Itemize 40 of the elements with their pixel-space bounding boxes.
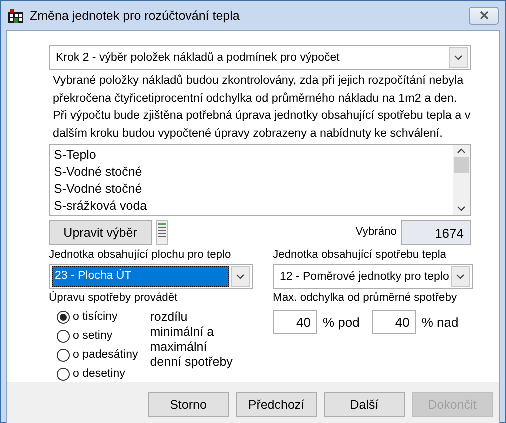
dropdown-caret-icon[interactable] [451,266,470,287]
adjustment-label: Úpravu spotřeby provádět [49,290,179,306]
adjustment-note: rozdílu minimální a maximální denní spotřeby [150,310,234,371]
list-item[interactable]: S-Vodné stočné [54,181,449,198]
area-unit-dropdown[interactable]: 23 - Plocha ÚT [49,264,253,289]
scroll-up-icon[interactable] [457,148,466,154]
below-unit-label: % pod [323,314,360,330]
footer-button[interactable]: Předchozí [236,392,317,417]
list-icon[interactable] [156,220,168,245]
footer-button[interactable]: Storno [148,392,229,417]
selected-count-field: 1674 [401,220,471,245]
area-unit-label: Jednotka obsahující plochu pro teplo [49,248,232,263]
max-deviation-label: Max. odchylka od průměrné spotřeby [273,291,458,306]
list-item[interactable]: S-srážková voda [54,198,449,215]
below-input-field[interactable]: 40 [273,310,317,334]
step-dropdown[interactable]: Krok 2 - výběr položek nákladů a podmínek pro výpočet [49,45,471,70]
building-icon [7,8,24,24]
radio-option[interactable]: o desetiny [57,366,138,382]
radio-option[interactable]: o tisíciny [57,309,138,325]
radio-option[interactable]: o setiny [57,328,138,344]
edit-selection-button[interactable]: Upravit výběr [49,220,152,245]
dropdown-caret-icon[interactable] [231,266,250,287]
cost-items-list[interactable]: S-Teplo S-Vodné stočné S-Vodné stočné S-srážková voda [49,144,471,216]
consumption-unit-label: Jednotka obsahující spotřebu tepla [273,248,448,263]
list-item[interactable]: S-Vodné stočné [54,164,449,181]
above-unit-label: % nad [422,314,459,330]
window-title: Změna jednotek pro rozúčtování tepla [30,8,240,22]
radio-option[interactable]: o padesátiny [57,347,138,363]
above-input-field[interactable]: 40 [372,310,416,334]
selected-count-label: Vybráno [356,225,397,240]
close-button[interactable] [469,6,499,24]
list-item[interactable]: S-Teplo [54,147,449,164]
close-icon[interactable] [480,11,488,20]
consumption-unit-dropdown[interactable]: 12 - Poměrové jednotky pro teplo [273,264,474,289]
footer-button[interactable]: Další [324,392,405,417]
dropdown-caret-icon[interactable] [449,47,468,68]
description-text: Vybrané položky nákladů budou zkontrolovány, zda při jejich rozpočítání nebyla překročena čtyřicetiprocentní odchylka od průměrného nákladu na 1m2 a den. Při výpočtu bude zjištěna potřebná úprava jednotky obsahující spotřebu tepla a v dalším kroku budou vypočtené úpravy zobrazeny a nabídnuty ke schválení. [53,73,471,142]
scrollbar[interactable] [453,145,470,215]
scrollbar-thumb[interactable] [454,157,469,173]
scroll-down-icon[interactable] [457,206,466,212]
